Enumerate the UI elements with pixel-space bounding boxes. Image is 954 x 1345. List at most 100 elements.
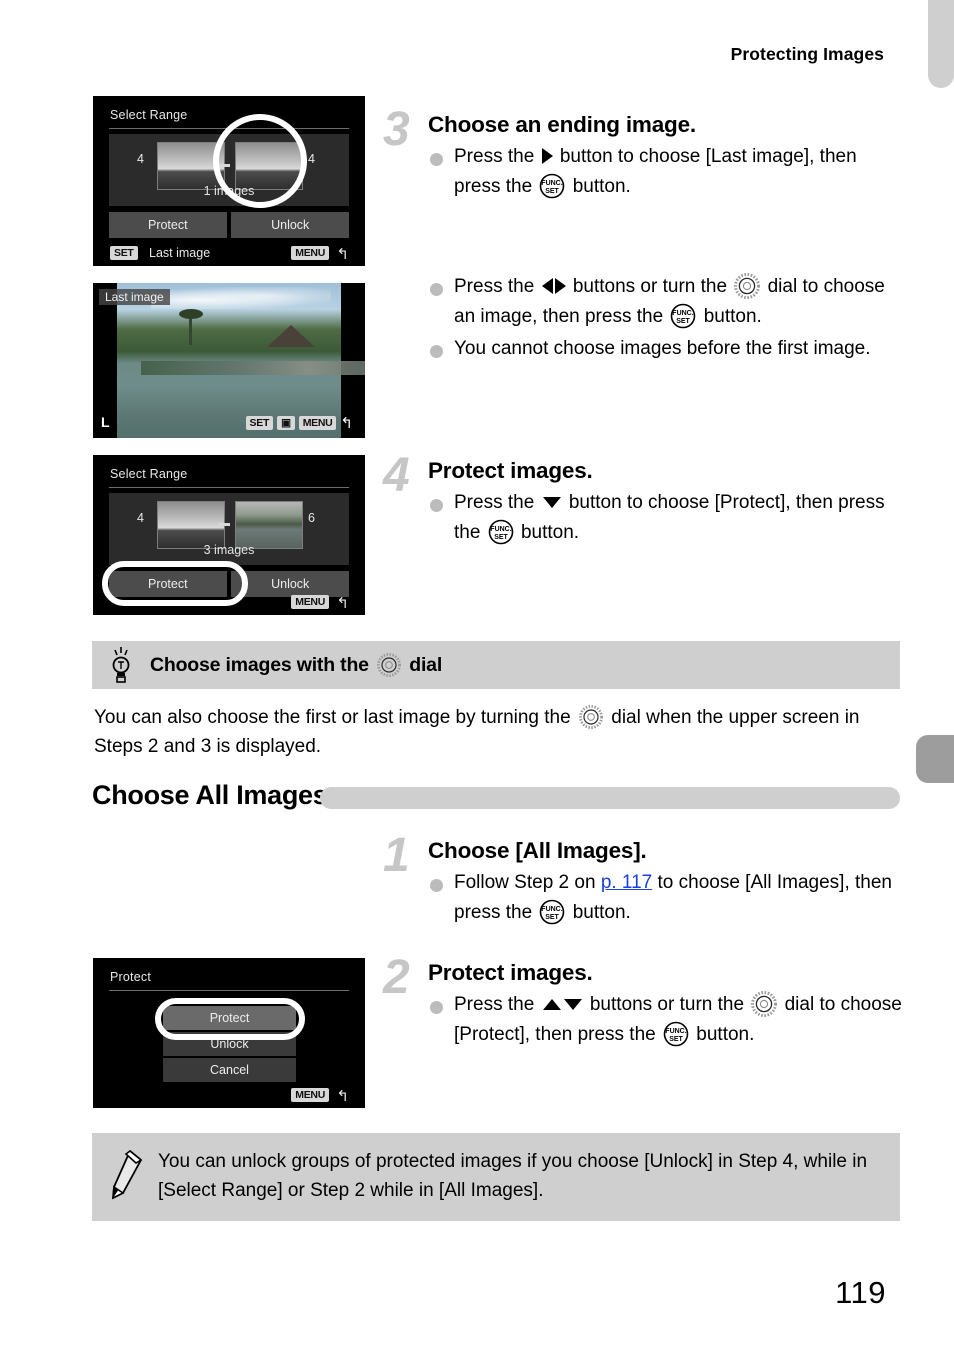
control-dial-icon [578, 705, 603, 729]
end-thumbnail [235, 501, 303, 549]
step-number: 2 [383, 951, 410, 1004]
page-number: 119 [835, 1275, 886, 1310]
menu-badge-icon: MENU [291, 1088, 329, 1102]
func-set-button-icon: FUNC. SET [663, 1021, 689, 1047]
image-quality-icon: L [101, 414, 110, 430]
svg-text:FUNC.: FUNC. [542, 180, 563, 187]
svg-text:SET: SET [669, 1036, 683, 1043]
screen-title: Protect [110, 970, 151, 984]
bullet-text: buttons or turn the [572, 276, 728, 297]
bullet-text: button. [572, 176, 631, 197]
tip-title: Choose images with the dial [150, 653, 442, 677]
return-arrow-icon: ↰ [336, 595, 349, 612]
all-images-step-2: 2 Protect images. Press the buttons or t… [383, 954, 903, 1052]
step-number: 4 [383, 449, 410, 502]
bullet-text: button. [696, 1024, 755, 1045]
bullet-text: Follow Step 2 on [454, 872, 596, 893]
right-arrow-button-icon [554, 278, 566, 294]
step-4: 4 Protect images. Press the button to ch… [383, 452, 903, 550]
bullet-text: button. [520, 522, 580, 543]
return-arrow-icon: ↰ [336, 246, 349, 263]
menu-badge-icon: MENU [291, 595, 329, 609]
section-title: Choose All Images [92, 780, 328, 810]
bullet-text: You cannot choose images before the firs… [454, 338, 871, 359]
tip-body-part-a: You can also choose the first or last im… [94, 707, 571, 728]
note-box: You can unlock groups of protected image… [92, 1133, 900, 1221]
image-count-label: 3 images [203, 543, 255, 557]
step-number: 1 [383, 829, 410, 882]
divider [109, 487, 349, 488]
highlight-pill [102, 561, 248, 606]
left-arrow-button-icon [541, 278, 553, 294]
pencil-icon [112, 1149, 143, 1200]
option-row: Protect Unlock [109, 212, 349, 238]
menu-badge-icon: MENU [298, 416, 337, 430]
camera-screen-last-image: Last image L SET ▣ MENU ↰ [93, 283, 365, 438]
step-bullet-list: Press the buttons or turn the dial to ch… [428, 990, 903, 1050]
func-set-button-icon: FUNC. SET [540, 173, 565, 199]
svg-text:SET: SET [546, 914, 560, 921]
section-decoration-bar [320, 787, 900, 809]
step-bullet-list: Press the button to choose [Last image],… [428, 142, 903, 202]
start-image-number: 4 [137, 152, 144, 166]
end-image-number: 4 [308, 152, 315, 166]
last-image-badge: Last image [99, 289, 170, 305]
camera-screen-protect-menu: Protect Protect Unlock Cancel MENU ↰ [93, 958, 365, 1108]
unlock-option[interactable]: Unlock [231, 212, 349, 238]
svg-text:FUNC.: FUNC. [665, 1028, 686, 1035]
screen-title: Select Range [110, 467, 188, 481]
tip-box: Choose images with the dial You can also… [92, 641, 900, 761]
note-text: You can unlock groups of protected image… [158, 1151, 868, 1201]
svg-text:FUNC.: FUNC. [542, 906, 563, 913]
set-badge-icon: SET [110, 246, 138, 260]
hint-bar: SET Last image MENU ↰ [93, 240, 365, 266]
page-header-title: Protecting Images [730, 44, 884, 64]
bullet-text: button. [703, 306, 762, 327]
divider [109, 990, 349, 991]
tip-body: You can also choose the first or last im… [92, 689, 900, 761]
all-images-step-1: 1 Choose [All Images]. Follow Step 2 on … [383, 832, 903, 930]
camera-screen-select-range-result: Select Range 4 6 3 images Protect Unlock… [93, 455, 365, 615]
step-number: 3 [383, 103, 410, 156]
step-bullet-list: Press the button to choose [Protect], th… [428, 488, 903, 548]
bullet-text: buttons or turn the [589, 994, 745, 1015]
highlight-circle [213, 114, 307, 208]
screen-title: Select Range [110, 108, 188, 122]
range-dash-icon [219, 523, 230, 526]
svg-text:FUNC.: FUNC. [490, 526, 511, 533]
control-dial-icon [377, 653, 402, 677]
svg-text:SET: SET [546, 188, 560, 195]
bottom-hint-group: SET ▣ MENU ↰ [245, 414, 353, 432]
tip-header: Choose images with the dial [92, 641, 900, 689]
section-heading: Choose All Images [92, 780, 900, 816]
bullet-item: Press the button to choose [Protect], th… [428, 488, 903, 548]
control-dial-icon [751, 991, 778, 1017]
end-image-number: 6 [308, 511, 315, 525]
right-arrow-button-icon [541, 148, 553, 164]
highlight-pill [155, 998, 305, 1040]
page-reference-link[interactable]: p. 117 [601, 872, 652, 893]
menu-badge-icon: MENU [291, 246, 329, 260]
photo-palm-fronds [179, 309, 203, 319]
range-preview-band: 4 6 3 images [109, 493, 349, 565]
protect-option[interactable]: Protect [109, 212, 227, 238]
func-set-button-icon: FUNC. SET [540, 899, 565, 925]
menu-item-cancel[interactable]: Cancel [163, 1058, 296, 1082]
bullet-text: button. [572, 902, 631, 923]
start-image-number: 4 [137, 511, 144, 525]
camera-screen-select-range-start: Select Range 4 4 1 images Protect Unlock… [93, 96, 365, 266]
bullet-text: Press the [454, 146, 535, 167]
lightbulb-icon [112, 647, 130, 683]
step-bullet-list: Press the buttons or turn the dial to ch… [428, 272, 903, 364]
tip-title-part-b: dial [409, 654, 443, 676]
display-switch-icon: ▣ [277, 416, 295, 430]
step-title: Protect images. [428, 960, 593, 985]
return-arrow-icon: ↰ [340, 415, 353, 432]
down-arrow-button-icon [542, 497, 561, 508]
return-arrow-icon: ↰ [336, 1088, 349, 1105]
step-title: Choose [All Images]. [428, 838, 647, 863]
bullet-text: Press the [454, 492, 535, 513]
hint-bar: MENU ↰ [93, 1082, 365, 1108]
tip-title-part-a: Choose images with the [150, 654, 369, 676]
photo-shoreline [141, 361, 365, 375]
